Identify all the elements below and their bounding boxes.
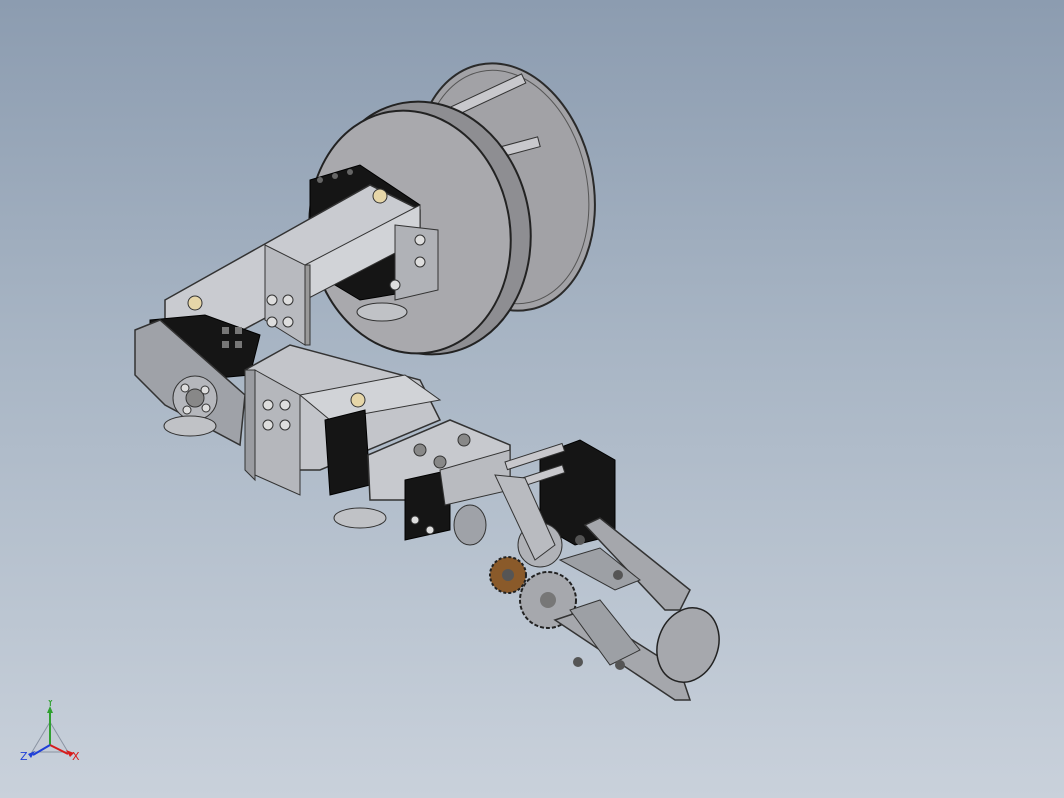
robot-arm-model[interactable] [0,0,1064,798]
shoulder-joint[interactable] [134,314,261,447]
graphics-viewport[interactable]: Y X Z [0,0,1064,798]
y-axis-label: Y [46,700,54,709]
x-axis-label: X [72,750,80,763]
z-axis-label: Z [20,750,28,763]
orientation-triad[interactable]: Y X Z [18,700,88,772]
